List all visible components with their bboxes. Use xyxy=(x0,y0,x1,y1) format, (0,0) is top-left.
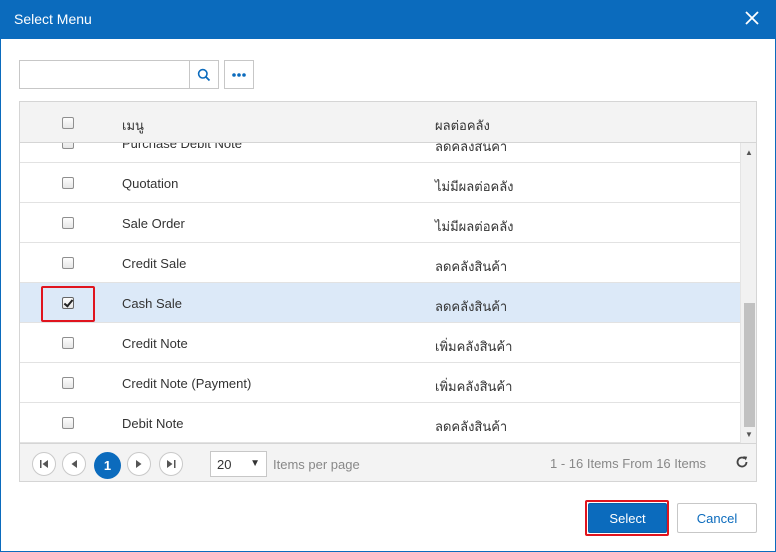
grid-header: เมนู ผลต่อคลัง xyxy=(20,102,756,143)
menu-cell: Debit Note xyxy=(122,416,184,431)
table-row[interactable]: Debit Note ลดคลังสินค้า xyxy=(20,403,740,443)
vertical-scrollbar[interactable]: ▲ ▼ xyxy=(740,143,756,443)
last-page-button[interactable] xyxy=(159,452,183,476)
grid-rows: Purchase Debit Note ลดคลังสินค้า Quotati… xyxy=(20,143,740,443)
row-checkbox[interactable] xyxy=(62,417,74,429)
pager: 1 20 ▼ Items per page 1 - 16 Items From … xyxy=(20,443,756,481)
menu-cell: Credit Note (Payment) xyxy=(122,376,252,391)
refresh-icon[interactable] xyxy=(735,455,749,469)
next-page-button[interactable] xyxy=(127,452,151,476)
stock-effect-cell: เพิ่มคลังสินค้า xyxy=(435,339,513,354)
stock-effect-cell: ลดคลังสินค้า xyxy=(435,299,508,314)
stock-effect-cell: ไม่มีผลต่อคลัง xyxy=(435,179,514,194)
table-row[interactable]: Sale Order ไม่มีผลต่อคลัง xyxy=(20,203,740,243)
prev-page-button[interactable] xyxy=(62,452,86,476)
stock-effect-cell: ไม่มีผลต่อคลัง xyxy=(435,219,514,234)
row-checkbox[interactable] xyxy=(62,177,74,189)
dialog-title: Select Menu xyxy=(14,11,92,27)
scrollbar-thumb[interactable] xyxy=(744,303,755,427)
more-options-button[interactable] xyxy=(224,60,254,89)
menu-cell: Purchase Debit Note xyxy=(122,143,242,151)
first-page-icon xyxy=(39,460,48,468)
row-checkbox[interactable] xyxy=(62,337,74,349)
chevron-down-icon: ▼ xyxy=(250,458,260,469)
menu-grid: เมนู ผลต่อคลัง Purchase Debit Note ลดคลั… xyxy=(19,101,757,482)
menu-cell: Credit Sale xyxy=(122,256,187,271)
scroll-up-arrow-icon[interactable]: ▲ xyxy=(741,143,756,161)
table-row[interactable]: Credit Sale ลดคลังสินค้า xyxy=(20,243,740,283)
stock-effect-cell: ลดคลังสินค้า xyxy=(435,143,508,154)
column-header-stock-effect[interactable]: ผลต่อคลัง xyxy=(435,115,490,136)
table-row[interactable]: Purchase Debit Note ลดคลังสินค้า xyxy=(20,143,740,163)
next-page-icon xyxy=(136,460,142,468)
stock-effect-cell: เพิ่มคลังสินค้า xyxy=(435,379,513,394)
first-page-button[interactable] xyxy=(32,452,56,476)
menu-cell: Sale Order xyxy=(122,216,185,231)
column-header-menu[interactable]: เมนู xyxy=(122,115,144,136)
search-button[interactable] xyxy=(189,60,219,89)
row-checkbox[interactable] xyxy=(62,217,74,229)
page-size-value: 20 xyxy=(217,457,232,472)
search-icon xyxy=(197,68,211,81)
current-page-button[interactable]: 1 xyxy=(94,452,121,479)
grid-body: Purchase Debit Note ลดคลังสินค้า Quotati… xyxy=(20,143,740,443)
stock-effect-cell: ลดคลังสินค้า xyxy=(435,419,508,434)
table-row-selected[interactable]: Cash Sale ลดคลังสินค้า xyxy=(20,283,740,323)
row-checkbox[interactable] xyxy=(62,257,74,269)
stock-effect-cell: ลดคลังสินค้า xyxy=(435,259,508,274)
table-row[interactable]: Credit Note (Payment) เพิ่มคลังสินค้า xyxy=(20,363,740,403)
scroll-down-arrow-icon[interactable]: ▼ xyxy=(741,425,756,443)
select-button[interactable]: Select xyxy=(588,503,667,533)
menu-cell: Cash Sale xyxy=(122,296,182,311)
select-all-checkbox[interactable] xyxy=(62,117,74,129)
items-per-page-label: Items per page xyxy=(273,457,360,472)
menu-cell: Quotation xyxy=(122,176,179,191)
prev-page-icon xyxy=(71,460,77,468)
dialog-titlebar: Select Menu xyxy=(0,0,776,39)
row-checkbox[interactable] xyxy=(62,143,74,149)
page-size-dropdown[interactable]: 20 ▼ xyxy=(210,451,267,477)
last-page-icon xyxy=(166,460,175,468)
row-checkbox-checked[interactable] xyxy=(62,297,74,309)
table-row[interactable]: Quotation ไม่มีผลต่อคลัง xyxy=(20,163,740,203)
menu-cell: Credit Note xyxy=(122,336,188,351)
search-input[interactable] xyxy=(19,60,190,89)
row-checkbox[interactable] xyxy=(62,377,74,389)
table-row[interactable]: Credit Note เพิ่มคลังสินค้า xyxy=(20,323,740,363)
more-options-icon xyxy=(232,72,246,77)
cancel-button[interactable]: Cancel xyxy=(677,503,757,533)
items-count-info: 1 - 16 Items From 16 Items xyxy=(550,456,707,471)
close-icon[interactable] xyxy=(742,8,762,28)
